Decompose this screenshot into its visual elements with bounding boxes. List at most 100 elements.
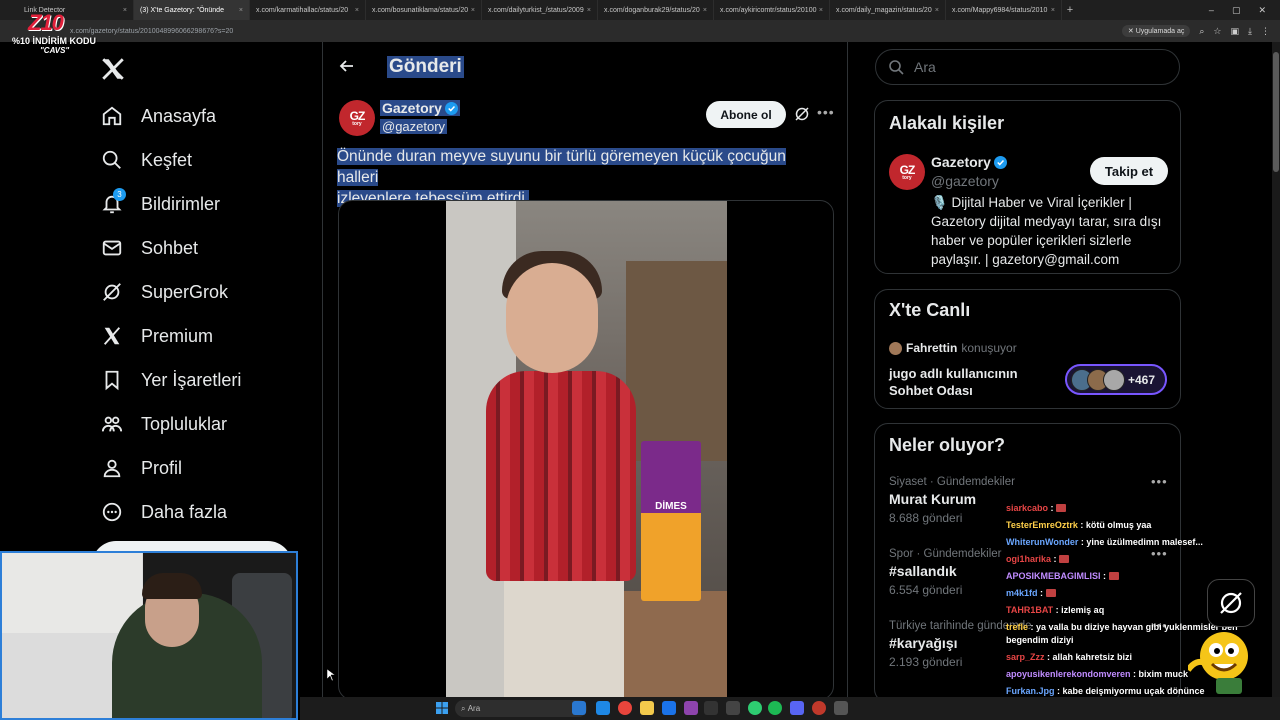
browser-tab-label: x.com/dailyturkist_/status/2009 xyxy=(488,6,584,14)
video-child-head xyxy=(506,263,598,373)
zoom-icon[interactable]: ⌕ xyxy=(1199,26,1204,37)
star-icon[interactable]: ☆ xyxy=(1213,26,1221,37)
browser-tab[interactable]: x.com/daily_magazin/status/20 × xyxy=(830,0,946,20)
chat-username: apoyusikenlerekondomveren xyxy=(1006,669,1131,679)
related-handle[interactable]: @gazetory xyxy=(931,173,999,189)
trend-item[interactable]: Siyaset · Gündemdekiler Murat Kurum 8.688 … xyxy=(889,476,1015,525)
close-tab-icon[interactable]: × xyxy=(355,7,359,14)
related-avatar[interactable]: GZ tory xyxy=(889,154,925,190)
close-window-icon[interactable]: ✕ xyxy=(1258,5,1266,16)
nav-item-communities[interactable]: Topluluklar xyxy=(90,404,227,444)
browser-tab[interactable]: x.com/dailyturkist_/status/2009 × xyxy=(482,0,598,20)
close-tab-icon[interactable]: × xyxy=(587,7,591,14)
browser-tab[interactable]: x.com/Mappy6984/status/2010 × xyxy=(946,0,1062,20)
subscribe-button[interactable]: Abone ol xyxy=(706,101,786,128)
close-tab-icon[interactable]: × xyxy=(819,7,823,14)
minimize-icon[interactable]: – xyxy=(1209,5,1214,16)
nav-item-bell[interactable]: 3 Bildirimler xyxy=(90,184,220,224)
nav-item-x[interactable]: Premium xyxy=(90,316,213,356)
open-in-app-button[interactable]: ✕ Uygulamada aç xyxy=(1121,25,1191,37)
browser-tab[interactable]: x.com/doganburak29/status/20 × xyxy=(598,0,714,20)
browser-tab[interactable]: x.com/aykiricomtr/status/20100 × xyxy=(714,0,830,20)
taskbar-app-icon[interactable] xyxy=(834,701,848,715)
promo-text: %10 İNDİRİM KODU xyxy=(12,36,97,46)
post-media[interactable]: DİMES xyxy=(338,200,834,700)
trend-more-icon[interactable]: ••• xyxy=(1151,474,1168,489)
taskbar-app-icon[interactable] xyxy=(572,701,586,715)
taskbar-app-icon[interactable] xyxy=(704,701,718,715)
live-room-title[interactable]: jugo adlı kullanıcının Sohbet Odası xyxy=(889,365,1059,399)
taskbar-search[interactable]: ⌕ Ara xyxy=(455,700,587,717)
chrome-icon[interactable] xyxy=(618,701,632,715)
author-handle[interactable]: @gazetory xyxy=(380,119,448,134)
close-tab-icon[interactable]: × xyxy=(703,7,707,14)
trend-item[interactable]: Spor · Gündemdekiler #sallandık 6.554 gönd… xyxy=(889,548,1002,597)
trend-category: Siyaset · Gündemdekiler xyxy=(889,476,1015,488)
nav-item-label: Yer İşaretleri xyxy=(141,369,242,390)
download-icon[interactable]: ⤓ xyxy=(1248,26,1252,37)
nav-item-profile[interactable]: Profil xyxy=(90,448,182,488)
browser-tab-label: x.com/daily_magazin/status/20 xyxy=(836,6,932,14)
extensions-icon[interactable]: ▣ xyxy=(1231,26,1240,37)
live-listeners-pill[interactable]: +467 xyxy=(1065,364,1167,395)
chat-text: izlemiş aq xyxy=(1061,605,1105,615)
taskbar-app-icon[interactable] xyxy=(812,701,826,715)
new-tab-icon[interactable]: + xyxy=(1062,4,1078,16)
profile-icon xyxy=(103,459,121,478)
nav-item-search[interactable]: Keşfet xyxy=(90,140,192,180)
x-icon xyxy=(103,327,121,345)
folder-icon[interactable] xyxy=(640,701,654,715)
address-url[interactable]: x.com/gazetory/status/201004899606629867… xyxy=(70,28,1122,35)
grok-floating-button[interactable] xyxy=(1207,579,1255,627)
taskbar-app-icon[interactable] xyxy=(684,701,698,715)
browser-tab[interactable]: x.com/karmatihallac/status/20 × xyxy=(250,0,366,20)
taskbar-app-icon[interactable] xyxy=(748,701,762,715)
smiley-emote xyxy=(1188,632,1248,694)
video-child-shirt xyxy=(486,371,636,581)
chat-username: trefle xyxy=(1006,622,1029,632)
follow-button[interactable]: Takip et xyxy=(1090,157,1168,185)
chat-message: WhiterunWonder : yine üzülmedimn malesef… xyxy=(1006,537,1203,547)
juice-brand-label: DİMES xyxy=(655,501,687,512)
close-tab-icon[interactable]: × xyxy=(471,7,475,14)
scrollbar-thumb[interactable] xyxy=(1273,52,1279,172)
search-input[interactable]: Ara xyxy=(875,49,1180,85)
nav-item-grok[interactable]: SuperGrok xyxy=(90,272,228,312)
menu-icon[interactable]: ⋮ xyxy=(1261,26,1270,37)
video-player[interactable]: DİMES xyxy=(446,201,727,699)
taskbar-app-icon[interactable] xyxy=(596,701,610,715)
browser-tab[interactable]: x.com/bosunatiklama/status/20 × xyxy=(366,0,482,20)
grok-icon[interactable] xyxy=(794,106,810,122)
close-tab-icon[interactable]: × xyxy=(1051,7,1055,14)
video-background-cabinet xyxy=(626,261,727,461)
browser-tab[interactable]: (3) X'te Gazetory: "Önünde × xyxy=(134,0,250,20)
chat-username: siarkcabo xyxy=(1006,503,1049,513)
maximize-icon[interactable]: ▢ xyxy=(1232,5,1241,16)
verified-badge-icon xyxy=(444,102,458,115)
close-tab-icon[interactable]: × xyxy=(123,7,127,14)
home-icon xyxy=(102,106,122,126)
taskbar-app-icon[interactable] xyxy=(726,701,740,715)
author-name[interactable]: Gazetory xyxy=(380,100,460,116)
chat-emote-icon xyxy=(1045,589,1056,597)
taskbar-app-icon[interactable] xyxy=(790,701,804,715)
spotify-icon[interactable] xyxy=(768,701,782,715)
more-options-icon[interactable]: ••• xyxy=(817,104,835,120)
nav-item-home[interactable]: Anasayfa xyxy=(90,96,216,136)
taskbar-app-icon[interactable] xyxy=(662,701,676,715)
close-tab-icon[interactable]: × xyxy=(239,7,243,14)
related-name[interactable]: Gazetory xyxy=(931,154,1007,170)
windows-start-icon[interactable] xyxy=(435,701,449,715)
author-avatar[interactable]: GZ tory xyxy=(339,100,375,136)
back-arrow-icon[interactable] xyxy=(339,58,355,74)
nav-item-label: Keşfet xyxy=(141,149,193,170)
close-tab-icon[interactable]: × xyxy=(935,7,939,14)
browser-tab-label: x.com/Mappy6984/status/2010 xyxy=(952,6,1048,14)
nav-item-bookmark[interactable]: Yer İşaretleri xyxy=(90,360,241,400)
nav-item-mail[interactable]: Sohbet xyxy=(90,228,198,268)
chat-username: TAHR1BAT xyxy=(1006,605,1054,615)
nav-item-more-circle[interactable]: Daha fazla xyxy=(90,492,227,532)
streamer-webcam xyxy=(0,551,298,720)
nav-item-label: Topluluklar xyxy=(141,413,228,434)
x-logo-icon[interactable] xyxy=(100,56,126,82)
